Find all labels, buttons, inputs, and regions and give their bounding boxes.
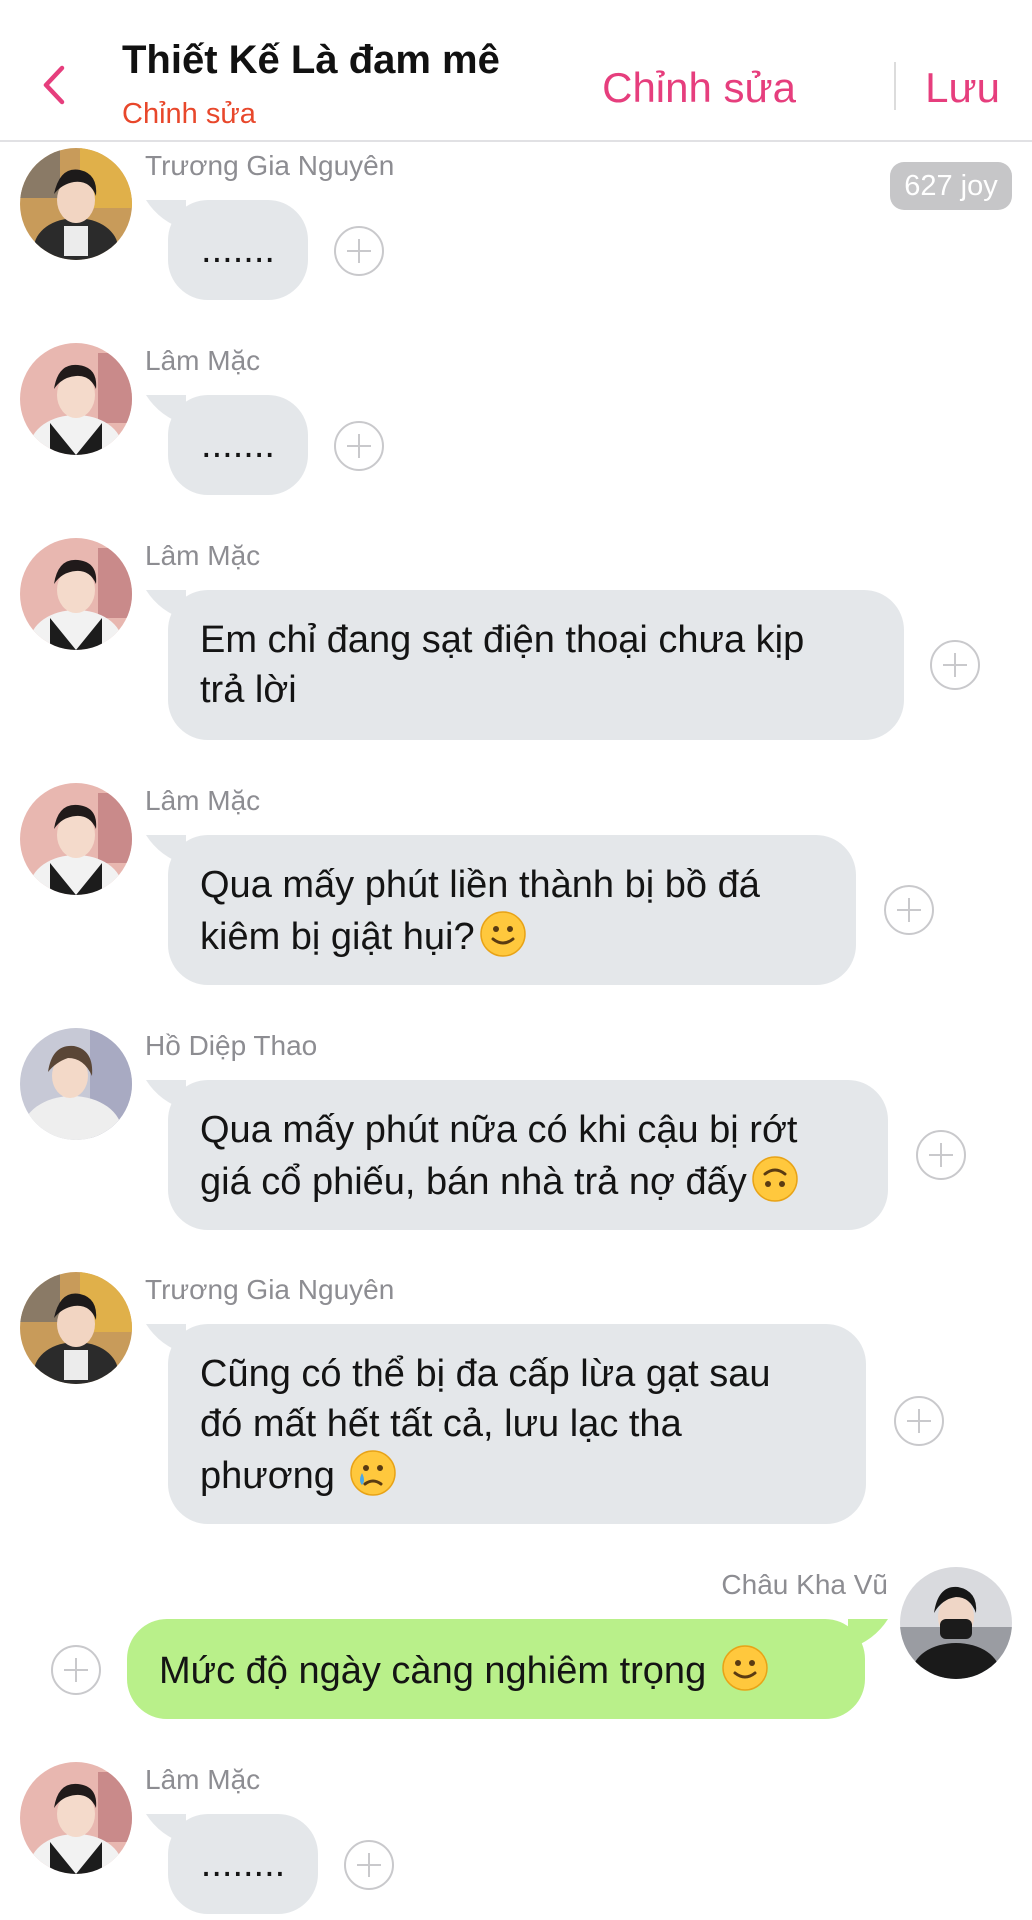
message-bubble[interactable]: Mức độ ngày càng nghiêm trọng	[127, 1619, 865, 1719]
avatar[interactable]	[20, 538, 132, 650]
chat-title: Thiết Kế Là đam mê	[122, 38, 500, 82]
avatar[interactable]	[20, 783, 132, 895]
upside-down-face-emoji-icon	[751, 1155, 799, 1203]
avatar[interactable]	[20, 1028, 132, 1140]
message-bubble[interactable]: .......	[168, 200, 308, 300]
message-text: Mức độ ngày càng nghiêm trọng	[159, 1650, 717, 1692]
save-button[interactable]: Lưu	[925, 64, 1000, 112]
message-text-line: đó mất hết tất cả, lưu lạc tha	[200, 1403, 682, 1445]
add-reaction-button[interactable]	[334, 226, 384, 276]
edit-button[interactable]: Chỉnh sửa	[602, 64, 796, 112]
message-text-line: trả lời	[200, 669, 297, 711]
add-reaction-button[interactable]	[344, 1840, 394, 1890]
avatar[interactable]	[900, 1567, 1012, 1679]
add-reaction-button[interactable]	[894, 1396, 944, 1446]
avatar[interactable]	[20, 148, 132, 260]
message-text-line: Cũng có thể bị đa cấp lừa gạt sau	[200, 1353, 771, 1395]
add-reaction-button[interactable]	[916, 1130, 966, 1180]
avatar[interactable]	[20, 343, 132, 455]
add-reaction-button[interactable]	[930, 640, 980, 690]
message-text-line: Em chỉ đang sạt điện thoại chưa kịp	[200, 619, 805, 661]
sender-name: Trương Gia Nguyên	[145, 1274, 395, 1305]
message-bubble[interactable]: Cũng có thể bị đa cấp lừa gạt sau đó mất…	[168, 1324, 866, 1524]
chat-subtitle[interactable]: Chỉnh sửa	[122, 98, 256, 131]
sender-name: Châu Kha Vũ	[721, 1569, 888, 1600]
slight-smile-emoji-icon	[479, 910, 527, 958]
message-text: ........	[200, 1843, 286, 1885]
sender-name: Trương Gia Nguyên	[145, 150, 395, 181]
message-text-line: Qua mấy phút liền thành bị bồ đá	[200, 864, 760, 906]
joy-badge: 627 joy	[890, 162, 1012, 210]
sender-name: Lâm Mặc	[145, 345, 261, 376]
message-text-line: kiêm bị giật hụi?	[200, 910, 824, 962]
message-bubble[interactable]: .......	[168, 395, 308, 495]
back-chevron-icon[interactable]	[34, 60, 74, 110]
add-reaction-button[interactable]	[51, 1645, 101, 1695]
message-bubble[interactable]: Qua mấy phút nữa có khi cậu bị rớt giá c…	[168, 1080, 888, 1230]
message-bubble[interactable]: Qua mấy phút liền thành bị bồ đá kiêm bị…	[168, 835, 856, 985]
sender-name: Lâm Mặc	[145, 540, 261, 571]
message-text-line: phương	[200, 1449, 834, 1501]
avatar[interactable]	[20, 1272, 132, 1384]
chat-header: Thiết Kế Là đam mê Chỉnh sửa Chỉnh sửa L…	[0, 0, 1032, 142]
add-reaction-button[interactable]	[884, 885, 934, 935]
crying-face-emoji-icon	[349, 1449, 397, 1497]
add-reaction-button[interactable]	[334, 421, 384, 471]
avatar[interactable]	[20, 1762, 132, 1874]
sender-name: Lâm Mặc	[145, 1764, 261, 1795]
sender-name: Lâm Mặc	[145, 785, 261, 816]
message-text: .......	[201, 424, 275, 466]
message-text: .......	[201, 229, 275, 271]
header-divider	[894, 62, 896, 110]
message-text-line: giá cổ phiếu, bán nhà trả nợ đấy	[200, 1155, 856, 1207]
sender-name: Hồ Diệp Thao	[145, 1030, 318, 1061]
message-text-line: Qua mấy phút nữa có khi cậu bị rớt	[200, 1109, 798, 1151]
message-bubble[interactable]: Em chỉ đang sạt điện thoại chưa kịp trả …	[168, 590, 904, 740]
slight-smile-emoji-icon	[721, 1644, 769, 1692]
message-bubble[interactable]: ........	[168, 1814, 318, 1914]
